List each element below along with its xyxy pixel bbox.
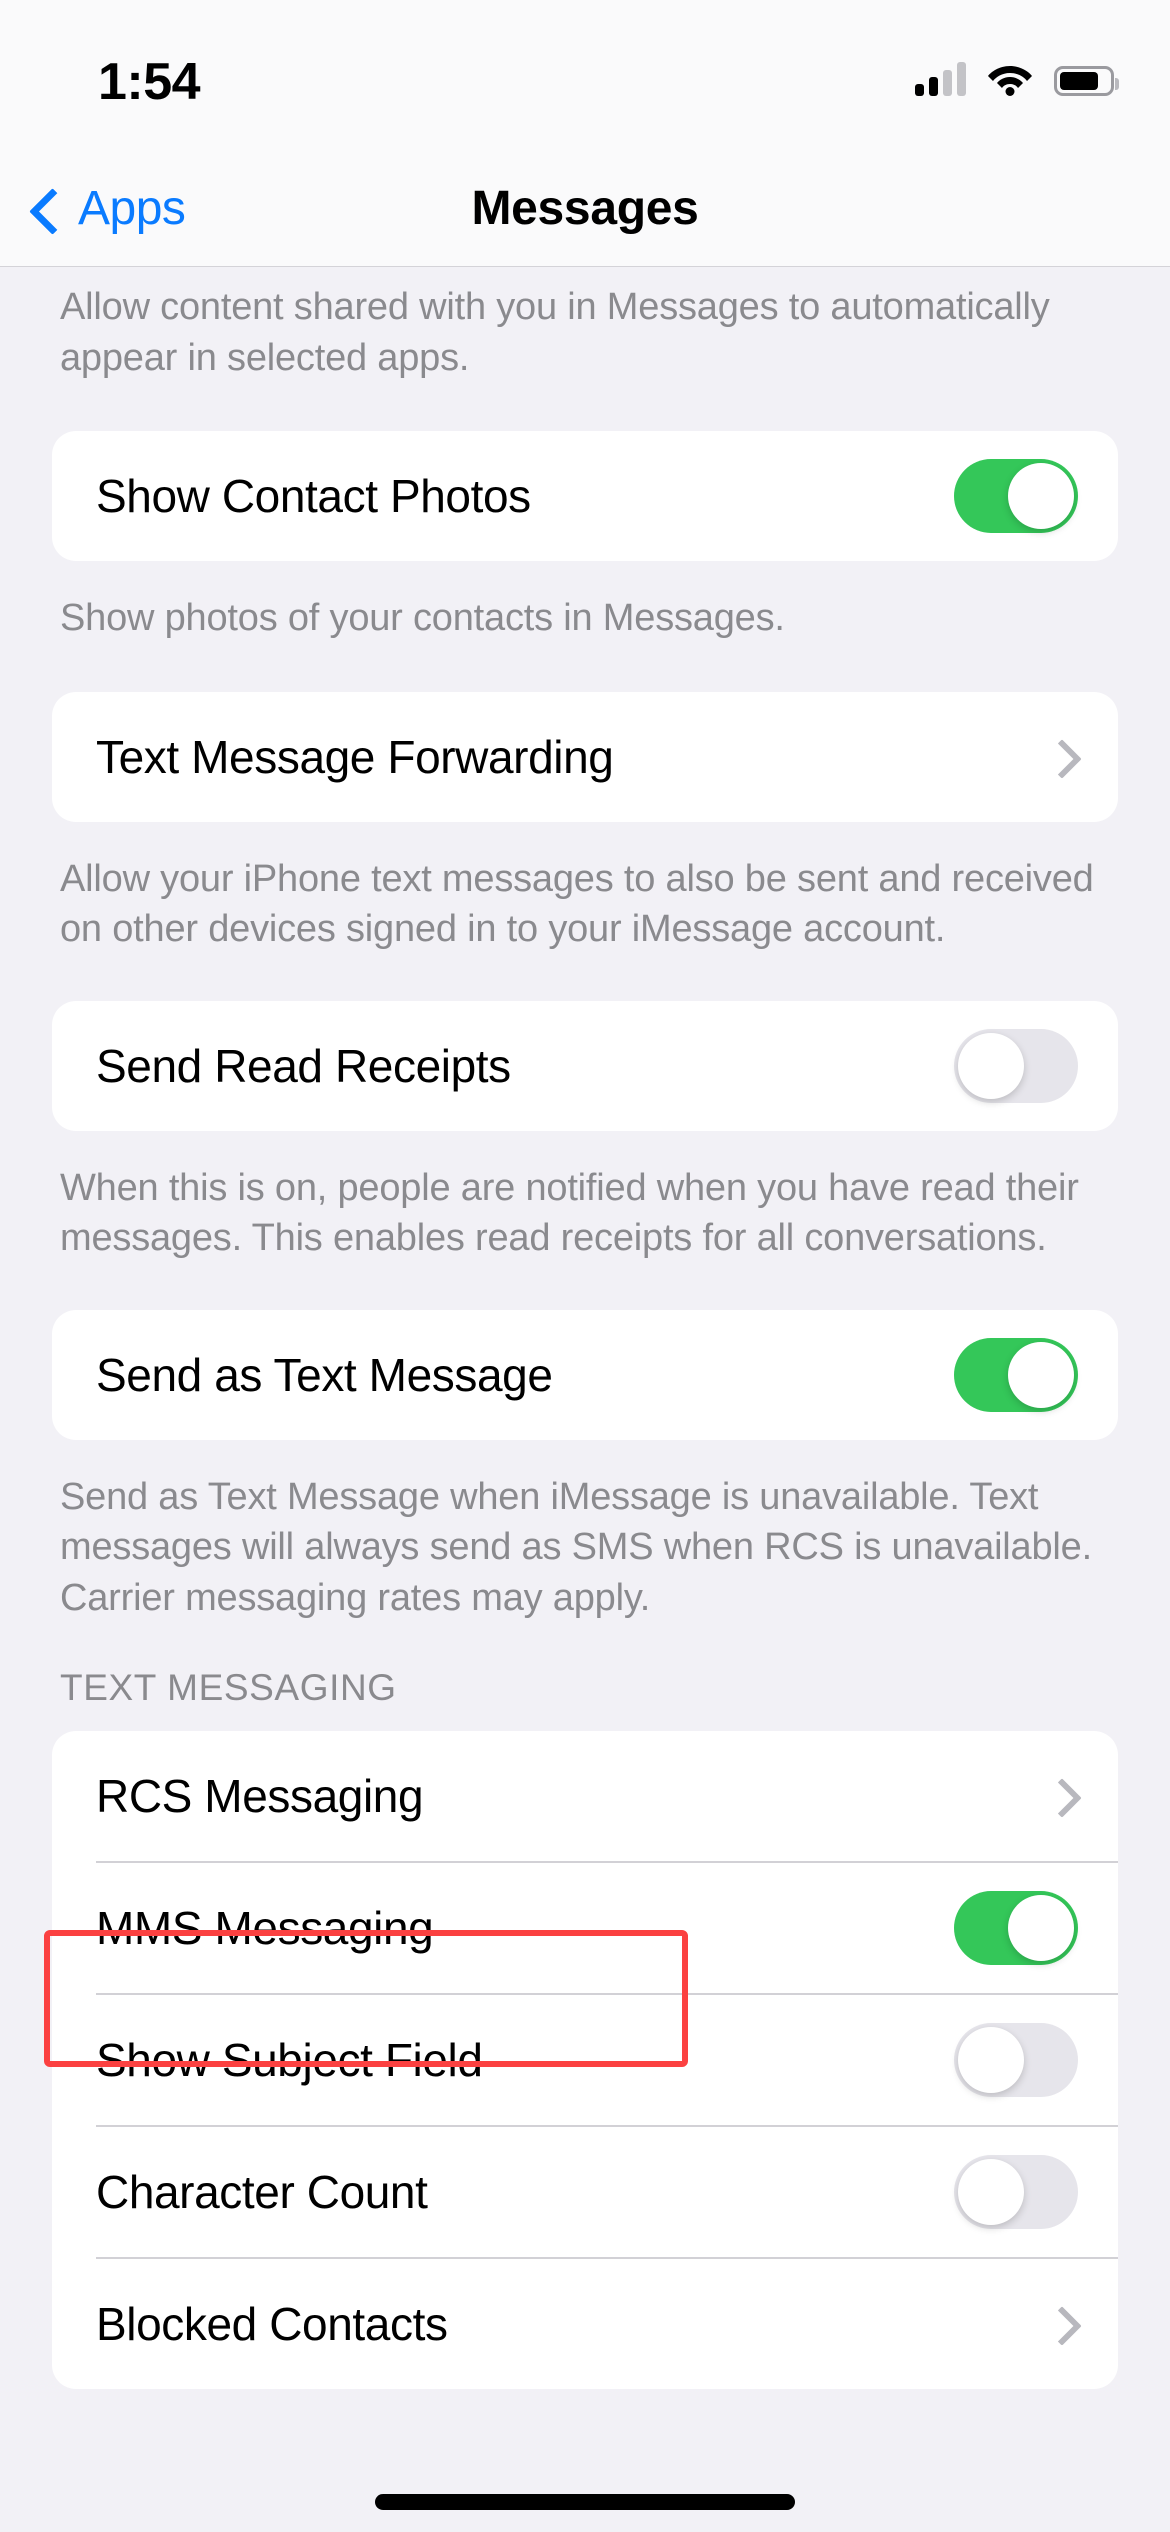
row-label-text-message-forwarding: Text Message Forwarding xyxy=(96,730,614,783)
chevron-right-icon xyxy=(1048,1777,1070,1815)
row-label-show-subject-field: Show Subject Field xyxy=(96,2034,483,2087)
group-send-read-receipts: Send Read Receipts xyxy=(52,1000,1118,1131)
page-title: Messages xyxy=(471,181,699,235)
settings-scroll-view[interactable]: Allow content shared with you in Message… xyxy=(0,268,1170,2532)
row-label-send-as-text-message: Send as Text Message xyxy=(96,1348,553,1401)
toggle-show-subject-field[interactable] xyxy=(954,2023,1078,2098)
toggle-mms-messaging[interactable] xyxy=(954,1891,1078,1966)
row-text-message-forwarding[interactable]: Text Message Forwarding xyxy=(52,692,1118,822)
battery-icon xyxy=(1054,66,1119,96)
group-show-contact-photos: Show Contact Photos xyxy=(52,431,1118,562)
status-bar: 1:54 xyxy=(0,0,1170,150)
status-bar-clock: 1:54 xyxy=(98,53,201,111)
group-send-as-text-message: Send as Text Message xyxy=(52,1309,1118,1440)
row-label-blocked-contacts: Blocked Contacts xyxy=(96,2298,448,2351)
navigation-bar: Apps Messages xyxy=(0,150,1170,267)
row-label-send-read-receipts: Send Read Receipts xyxy=(96,1039,511,1092)
footnote-show-contact-photos: Show photos of your contacts in Messages… xyxy=(60,597,785,640)
row-rcs-messaging[interactable]: RCS Messaging xyxy=(52,1731,1118,1861)
footnote-send-read-receipts: When this is on, people are notified whe… xyxy=(60,1166,1079,1260)
toggle-send-read-receipts[interactable] xyxy=(954,1028,1078,1103)
row-label-rcs-messaging: RCS Messaging xyxy=(96,1770,424,1823)
cellular-signal-icon xyxy=(915,60,966,96)
chevron-right-icon xyxy=(1048,738,1070,776)
section-header-text-messaging: TEXT MESSAGING xyxy=(60,1667,397,1709)
home-indicator xyxy=(375,2494,795,2510)
status-bar-indicators xyxy=(915,48,1119,96)
row-send-as-text-message[interactable]: Send as Text Message xyxy=(52,1310,1118,1440)
chevron-right-icon xyxy=(1048,2305,1070,2343)
row-show-subject-field[interactable]: Show Subject Field xyxy=(52,1995,1118,2125)
group-text-messaging: RCS Messaging MMS Messaging Show Subject… xyxy=(52,1731,1118,2390)
footnote-text-message-forwarding: Allow your iPhone text messages to also … xyxy=(60,857,1094,951)
row-mms-messaging[interactable]: MMS Messaging xyxy=(52,1863,1118,1993)
row-label-show-contact-photos: Show Contact Photos xyxy=(96,470,531,523)
row-show-contact-photos[interactable]: Show Contact Photos xyxy=(52,431,1118,561)
toggle-send-as-text-message[interactable] xyxy=(954,1337,1078,1412)
group-text-message-forwarding: Text Message Forwarding xyxy=(52,691,1118,822)
toggle-character-count[interactable] xyxy=(954,2155,1078,2230)
footnote-send-as-text-message: Send as Text Message when iMessage is un… xyxy=(60,1475,1092,1619)
row-label-character-count: Character Count xyxy=(96,2166,428,2219)
wifi-icon xyxy=(986,60,1034,96)
row-send-read-receipts[interactable]: Send Read Receipts xyxy=(52,1001,1118,1131)
row-blocked-contacts[interactable]: Blocked Contacts xyxy=(52,2259,1118,2389)
row-character-count[interactable]: Character Count xyxy=(52,2127,1118,2257)
footnote-shared-with-you: Allow content shared with you in Message… xyxy=(60,286,1050,379)
toggle-show-contact-photos[interactable] xyxy=(954,459,1078,534)
row-label-mms-messaging: MMS Messaging xyxy=(96,1902,434,1955)
